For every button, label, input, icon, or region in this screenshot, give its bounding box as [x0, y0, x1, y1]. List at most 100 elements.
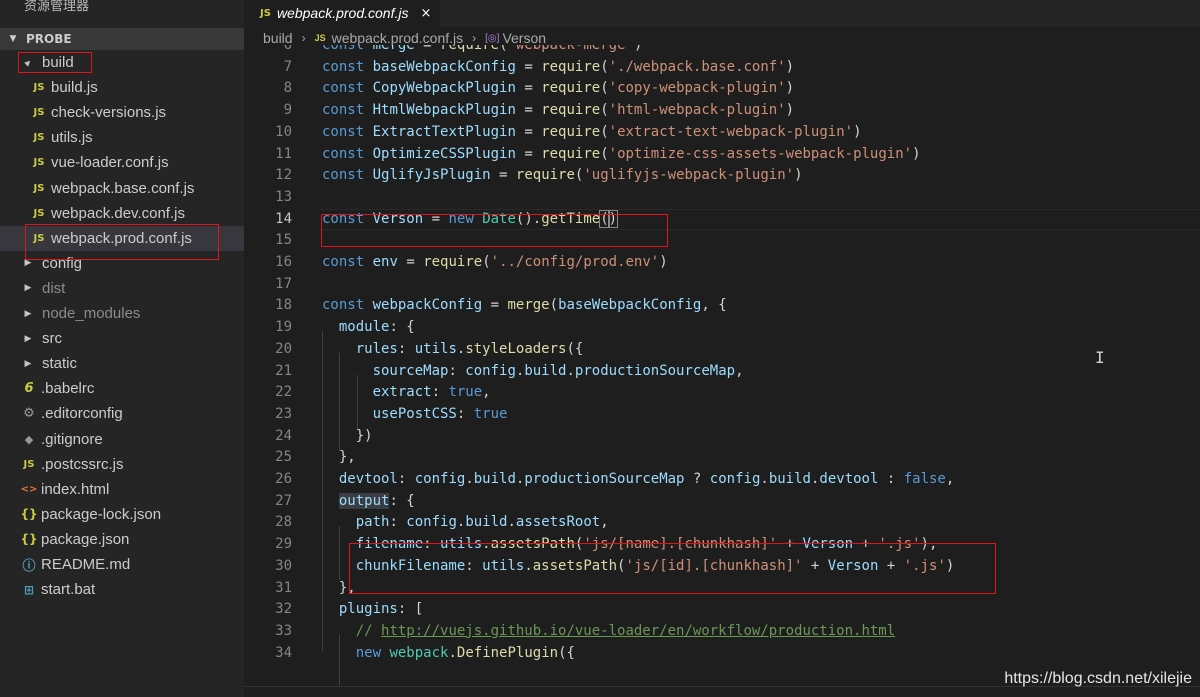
code-line[interactable]: 31 },	[244, 578, 1200, 600]
chevron-down-icon: ▲	[23, 57, 33, 68]
sidebar-item-build[interactable]: ▲ build	[0, 50, 244, 75]
code-line[interactable]: 21 sourceMap: config.build.productionSou…	[244, 361, 1200, 383]
sidebar-item-webpack-base-conf-js[interactable]: JS webpack.base.conf.js	[0, 176, 244, 201]
sidebar-item-label: webpack.dev.conf.js	[51, 204, 185, 222]
code-line[interactable]: 26 devtool: config.build.productionSourc…	[244, 469, 1200, 491]
chevron-down-icon: ▼	[9, 34, 17, 44]
code-line[interactable]: 25 },	[244, 447, 1200, 469]
code-line[interactable]: 18 const webpackConfig = merge(baseWebpac…	[244, 295, 1200, 317]
chevron-right-icon: ▶	[24, 333, 32, 344]
sidebar-item-build-js[interactable]: JS build.js	[0, 75, 244, 100]
code-line[interactable]: 23 usePostCSS: true	[244, 404, 1200, 426]
js-file-icon: JS	[33, 157, 45, 169]
sidebar-item-dist[interactable]: ▶ dist	[0, 276, 244, 301]
line-number: 33	[275, 622, 292, 639]
line-number: 11	[275, 145, 292, 162]
code-line[interactable]: 33 // http://vuejs.github.io/vue-loader/…	[244, 621, 1200, 643]
json-file-icon: {}	[20, 532, 38, 547]
sidebar-item-label: package-lock.json	[41, 505, 162, 523]
sidebar-item-editorconfig[interactable]: ⚙ .editorconfig	[0, 401, 244, 426]
code-line[interactable]: 9 const HtmlWebpackPlugin = require('html…	[244, 100, 1200, 122]
code-text: const baseWebpackConfig = require('./web…	[322, 58, 795, 75]
code-line[interactable]: 20 rules: utils.styleLoaders({	[244, 339, 1200, 361]
sidebar-item-package-json[interactable]: {} package.json	[0, 527, 244, 552]
line-number: 10	[275, 123, 292, 140]
sidebar-item-label: index.html	[41, 480, 110, 498]
code-line[interactable]: 27 output: {	[244, 491, 1200, 513]
line-number: 27	[275, 492, 292, 509]
line-number: 16	[275, 254, 292, 270]
breadcrumb-file[interactable]: webpack.prod.conf.js	[332, 30, 464, 46]
sidebar-item-check-versions-js[interactable]: JS check-versions.js	[0, 100, 244, 125]
code-text: chunkFilename: utils.assetsPath('js/[id]…	[355, 557, 955, 574]
code-line[interactable]: 19 module: {	[244, 317, 1200, 339]
code-line[interactable]: 24 })	[244, 426, 1200, 448]
line-number: 12	[275, 167, 292, 184]
workspace-section-header[interactable]: ▼ PROBE	[0, 28, 244, 50]
html-file-icon: <>	[20, 483, 38, 495]
sidebar-item-readme-md[interactable]: ⓘ README.md	[0, 552, 244, 577]
code-line[interactable]: 10 const ExtractTextPlugin = require('ext…	[244, 122, 1200, 144]
sidebar-item-postcssrc-js[interactable]: JS .postcssrc.js	[0, 452, 244, 477]
sidebar-item-utils-js[interactable]: JS utils.js	[0, 125, 244, 150]
code-line[interactable]: 30 chunkFilename: utils.assetsPath('js/[…	[244, 556, 1200, 578]
code-line[interactable]: 8 const CopyWebpackPlugin = require('copy…	[244, 78, 1200, 100]
sidebar-item-label: README.md	[41, 556, 131, 573]
sidebar-item-label: webpack.base.conf.js	[51, 179, 195, 197]
code-text: sourceMap: config.build.productionSource…	[372, 362, 744, 379]
code-line[interactable]: 11 const OptimizeCSSPlugin = require('opt…	[244, 144, 1200, 166]
code-text: })	[322, 427, 373, 444]
js-file-icon: JS	[23, 458, 35, 470]
chevron-right-icon: ▶	[24, 308, 32, 319]
code-line[interactable]: 22 extract: true,	[244, 382, 1200, 404]
sidebar-item-babelrc[interactable]: 6 .babelrc	[0, 376, 244, 401]
code-line[interactable]: 15	[244, 230, 1200, 252]
code-line[interactable]: 14 const Verson = new Date().getTime()	[244, 208, 1200, 231]
tab-label: webpack.prod.conf.js	[276, 5, 409, 21]
sidebar-item-start-bat[interactable]: ⊞ start.bat	[0, 577, 244, 602]
code-line[interactable]: 17	[244, 274, 1200, 296]
tab-webpack-prod-conf[interactable]: JS webpack.prod.conf.js ×	[244, 0, 440, 26]
code-line[interactable]: 6 const merge = require('webpack-merge')	[244, 45, 1200, 57]
line-number: 29	[275, 536, 292, 553]
line-number: 34	[275, 644, 292, 661]
line-number: 23	[275, 405, 292, 422]
sidebar-item-index-html[interactable]: <> index.html	[0, 477, 244, 502]
sidebar-item-static[interactable]: ▶ static	[0, 351, 244, 376]
line-number: 20	[275, 340, 292, 357]
sidebar-item-webpack-dev-conf-js[interactable]: JS webpack.dev.conf.js	[0, 201, 244, 226]
line-number: 21	[275, 362, 292, 379]
code-editor[interactable]: 6 const merge = require('webpack-merge') 7…	[244, 45, 1200, 685]
sidebar-item-label: build.js	[51, 79, 98, 97]
code-line[interactable]: 32 plugins: [	[244, 599, 1200, 621]
line-number: 22	[275, 384, 292, 401]
sidebar-item-label: check-versions.js	[51, 104, 167, 122]
code-line[interactable]: 12 const UglifyJsPlugin = require('uglify…	[244, 165, 1200, 187]
close-icon[interactable]: ×	[420, 6, 431, 21]
code-line[interactable]: 16 const env = require('../config/prod.en…	[244, 252, 1200, 274]
line-number: 13	[275, 188, 292, 205]
line-number: 26	[275, 471, 292, 487]
info-icon: ⓘ	[22, 559, 36, 574]
sidebar-item-node-modules[interactable]: ▶ node_modules	[0, 301, 244, 326]
code-line[interactable]: 28 path: config.build.assetsRoot,	[244, 512, 1200, 534]
code-text: const ExtractTextPlugin = require('extra…	[322, 123, 862, 140]
code-line[interactable]: 13	[244, 187, 1200, 209]
code-line[interactable]: 7 const baseWebpackConfig = require('./we…	[244, 57, 1200, 79]
line-number: 17	[275, 275, 292, 292]
js-file-icon: JS	[33, 132, 45, 144]
line-number: 19	[275, 319, 292, 336]
code-line[interactable]: 29 filename: utils.assetsPath('js/[name]…	[244, 534, 1200, 556]
sidebar-item-label: start.bat	[41, 581, 96, 599]
sidebar-item-vue-loader-conf-js[interactable]: JS vue-loader.conf.js	[0, 150, 244, 175]
sidebar-item-label: node_modules	[42, 305, 141, 322]
sidebar-item-src[interactable]: ▶ src	[0, 326, 244, 351]
sidebar-item-label: package.json	[41, 530, 130, 548]
sidebar-item-gitignore[interactable]: ◆ .gitignore	[0, 427, 244, 452]
code-line[interactable]: 34 new webpack.DefinePlugin({	[244, 643, 1200, 665]
sidebar-item-config[interactable]: ▶ config	[0, 251, 244, 276]
breadcrumb-folder[interactable]: build	[263, 30, 293, 46]
sidebar-item-webpack-prod-conf-js[interactable]: JS webpack.prod.conf.js	[0, 225, 244, 251]
breadcrumb-symbol[interactable]: Verson	[502, 30, 546, 46]
sidebar-item-package-lock-json[interactable]: {} package-lock.json	[0, 502, 244, 527]
